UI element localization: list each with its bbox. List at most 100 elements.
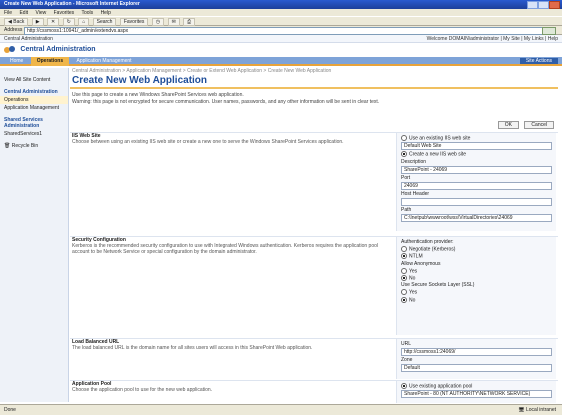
apppool-section-description: Choose the application pool to use for t… <box>72 387 213 393</box>
use-existing-pool-option[interactable]: Use existing application pool <box>401 383 552 389</box>
site-name[interactable]: Central Administration <box>4 36 53 42</box>
loadbal-section-text: Load Balanced URL The load balanced URL … <box>72 339 392 351</box>
welcome-menu[interactable]: Welcome DOMAIN\administrator <box>427 36 499 42</box>
nav-item-application-management[interactable]: Application Management <box>0 104 68 112</box>
go-button[interactable] <box>542 27 556 35</box>
minimize-button[interactable] <box>527 1 538 9</box>
existing-site-select[interactable]: Default Web Site <box>401 142 552 151</box>
my-links-menu[interactable]: My Links <box>524 36 544 42</box>
breadcrumb[interactable]: Central Administration > Application Man… <box>70 68 558 75</box>
path-label: Path <box>401 206 412 213</box>
anonymous-no-option[interactable]: No <box>401 274 552 282</box>
security-zone: 🖥 Local intranet <box>518 407 556 413</box>
radio-selected-icon <box>401 151 407 158</box>
help-link[interactable]: Help <box>548 36 558 42</box>
security-section-description: Kerberos is the recommended security con… <box>72 243 379 255</box>
back-button[interactable]: ◀ Back <box>4 18 29 26</box>
search-label: Search <box>96 19 113 25</box>
iis-web-site-section: IIS Web Site Choose between using an exi… <box>70 132 558 231</box>
radio-selected-icon <box>401 274 407 281</box>
recycle-bin-icon: 🗑 <box>4 143 11 149</box>
close-button[interactable] <box>549 1 560 9</box>
brand-header: Central Administration <box>0 43 562 57</box>
use-existing-site-option[interactable]: Use an existing IIS web site <box>401 135 552 141</box>
url-input[interactable]: http://cssmoss1:24069/ <box>401 348 552 356</box>
security-zone-label: Local intranet <box>525 407 556 413</box>
security-warning-text: Warning: this page is not encrypted for … <box>72 99 380 105</box>
status-bar: Done 🖥 Local intranet <box>0 404 562 415</box>
ntlm-option[interactable]: NTLM <box>401 253 552 260</box>
anonymous-yes-option[interactable]: Yes <box>401 267 552 274</box>
forward-button[interactable]: ▶ <box>31 18 44 26</box>
browser-toolbar: ◀ Back ▶ ✕ ↻ ⌂ Search Favorites ◷ ✉ ⎙ <box>0 16 562 26</box>
anonymous-yes-label: Yes <box>409 267 418 274</box>
recycle-bin-label: Recycle Bin <box>11 143 39 149</box>
mail-icon[interactable]: ✉ <box>167 18 180 26</box>
back-label: Back <box>13 19 25 25</box>
page-title: Create New Web Application <box>70 75 558 89</box>
tab-home[interactable]: Home <box>4 57 29 66</box>
radio-icon <box>401 289 407 296</box>
allow-anonymous-label: Allow Anonymous <box>401 260 441 267</box>
refresh-icon[interactable]: ↻ <box>62 18 75 26</box>
ssl-label: Use Secure Sockets Layer (SSL) <box>401 282 475 289</box>
cancel-button[interactable]: Cancel <box>524 121 554 129</box>
load-balanced-url-section: Load Balanced URL The load balanced URL … <box>70 338 558 379</box>
tab-application-management[interactable]: Application Management <box>71 57 138 66</box>
my-site-link[interactable]: My Site <box>503 36 520 42</box>
loadbal-options-panel: URL http://cssmoss1:24069/ Zone Default <box>396 339 556 379</box>
host-header-input[interactable] <box>401 197 552 206</box>
radio-icon <box>401 246 407 252</box>
description-label: Description <box>401 158 427 165</box>
ok-button[interactable]: OK <box>497 121 520 129</box>
description-input[interactable]: SharePoint - 24069 <box>401 165 552 174</box>
loadbal-section-description: The load balanced URL is the domain name… <box>72 345 313 351</box>
stop-icon[interactable]: ✕ <box>47 18 60 26</box>
address-bar: Address http://cssmoss1:10941/_admin/ext… <box>0 26 562 35</box>
view-all-site-content-link[interactable]: View All Site Content <box>0 76 68 84</box>
nav-item-shared-services[interactable]: SharedServices1 <box>0 130 68 138</box>
site-actions-button[interactable]: Site Actions <box>519 58 558 64</box>
existing-pool-select[interactable]: SharePoint - 80 (NT AUTHORITY\NETWORK SE… <box>401 390 552 399</box>
home-icon[interactable]: ⌂ <box>78 18 90 26</box>
negotiate-option[interactable]: Negotiate (Kerberos) <box>401 246 552 252</box>
brand-title: Central Administration <box>20 46 96 53</box>
status-text: Done <box>4 407 16 413</box>
nav-item-operations[interactable]: Operations <box>0 96 68 104</box>
application-pool-section: Application Pool Choose the application … <box>70 380 558 403</box>
iis-section-description: Choose between using an existing IIS web… <box>72 139 344 145</box>
site-top-bar: Central Administration Welcome DOMAIN\ad… <box>0 35 562 43</box>
security-section-text: Security Configuration Kerberos is the r… <box>72 237 392 255</box>
favorites-button[interactable]: Favorites <box>119 18 149 26</box>
tab-operations[interactable]: Operations <box>30 57 70 66</box>
ssl-yes-option[interactable]: Yes <box>401 289 552 296</box>
create-new-site-option[interactable]: Create a new IIS web site <box>401 151 552 158</box>
create-new-site-label: Create a new IIS web site <box>409 151 466 158</box>
ssl-no-option[interactable]: No <box>401 296 552 303</box>
nav-heading-central-admin[interactable]: Central Administration <box>0 88 68 96</box>
path-input[interactable]: C:\Inetpub\wwwroot\wss\VirtualDirectorie… <box>401 213 552 222</box>
address-input[interactable]: http://cssmoss1:10941/_admin/extendvs.as… <box>24 27 543 35</box>
print-icon[interactable]: ⎙ <box>183 18 196 26</box>
url-label: URL <box>401 341 412 347</box>
favorites-label: Favorites <box>123 19 145 25</box>
auth-provider-label: Authentication provider: <box>401 239 454 245</box>
use-existing-pool-label: Use existing application pool <box>409 383 473 390</box>
nav-heading-shared-services[interactable]: Shared Services Administration <box>0 116 68 130</box>
anonymous-no-label: No <box>409 275 416 282</box>
left-navigation: View All Site Content Central Administra… <box>0 68 69 402</box>
port-input[interactable]: 24069 <box>401 181 552 190</box>
recycle-bin-link[interactable]: 🗑 Recycle Bin <box>0 142 68 150</box>
page-description-line: Use this page to create a new Windows Sh… <box>72 92 244 98</box>
history-icon[interactable]: ◷ <box>151 18 165 26</box>
ssl-no-label: No <box>409 296 416 303</box>
maximize-button[interactable] <box>538 1 549 9</box>
site-top-links: Welcome DOMAIN\administrator | My Site |… <box>426 36 558 42</box>
search-button[interactable]: Search <box>92 18 117 26</box>
negotiate-label: Negotiate (Kerberos) <box>409 246 456 253</box>
iis-section-text: IIS Web Site Choose between using an exi… <box>72 133 392 145</box>
window-titlebar: Create New Web Application - Microsoft I… <box>0 0 562 9</box>
port-label: Port <box>401 174 411 181</box>
host-header-label: Host Header <box>401 190 430 197</box>
zone-select[interactable]: Default <box>401 364 552 372</box>
